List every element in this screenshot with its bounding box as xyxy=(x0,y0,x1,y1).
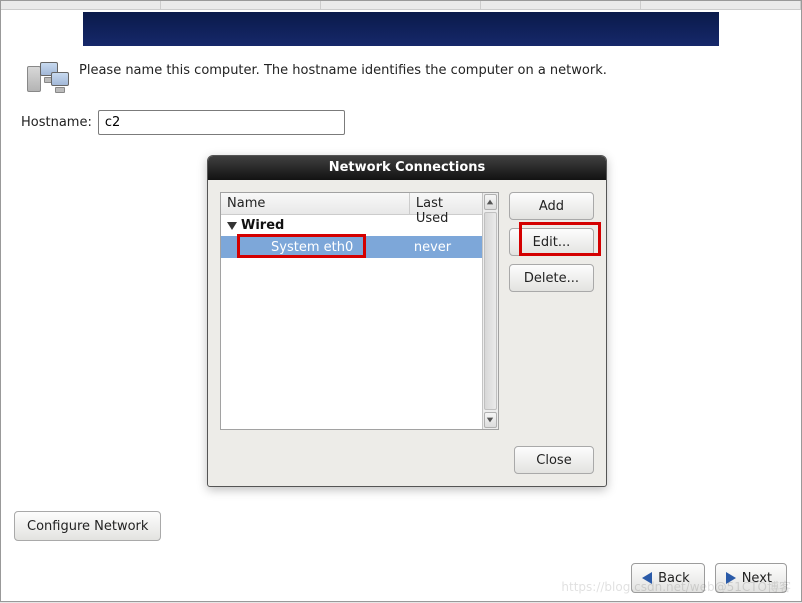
scroll-up-button[interactable] xyxy=(484,194,497,210)
list-header: Name Last Used xyxy=(221,193,482,215)
connection-last-used: never xyxy=(410,240,482,255)
intro-text: Please name this computer. The hostname … xyxy=(79,62,607,80)
connection-name: System eth0 xyxy=(221,240,410,255)
scroll-down-button[interactable] xyxy=(484,412,497,428)
list-scrollbar[interactable] xyxy=(482,193,498,429)
dialog-side-buttons: Add Edit... Delete... xyxy=(509,192,594,430)
group-label: Wired xyxy=(241,218,284,233)
connection-row-selected[interactable]: System eth0 never xyxy=(221,236,482,258)
group-wired[interactable]: Wired xyxy=(221,215,482,236)
hostname-input[interactable] xyxy=(98,110,345,135)
hostname-row: Hostname: xyxy=(21,110,801,135)
configure-network-button[interactable]: Configure Network xyxy=(14,511,161,541)
close-button[interactable]: Close xyxy=(514,446,594,474)
delete-button[interactable]: Delete... xyxy=(509,264,594,292)
column-name[interactable]: Name xyxy=(221,193,410,214)
next-button[interactable]: Next xyxy=(715,563,787,593)
column-last-used[interactable]: Last Used xyxy=(410,193,482,214)
computers-icon xyxy=(27,62,69,100)
next-label: Next xyxy=(742,571,772,586)
back-button[interactable]: Back xyxy=(631,563,705,593)
dialog-title: Network Connections xyxy=(208,156,606,180)
scroll-thumb[interactable] xyxy=(484,212,497,410)
banner xyxy=(83,12,719,46)
wizard-nav: Back Next xyxy=(631,563,787,593)
back-label: Back xyxy=(658,571,690,586)
arrow-right-icon xyxy=(726,572,736,584)
arrow-left-icon xyxy=(642,572,652,584)
top-tab-strip xyxy=(1,1,801,10)
expander-icon[interactable] xyxy=(227,222,237,230)
connections-list[interactable]: Name Last Used Wired System eth0 never xyxy=(220,192,499,430)
hostname-label: Hostname: xyxy=(21,115,92,130)
edit-button[interactable]: Edit... xyxy=(509,228,594,256)
add-button[interactable]: Add xyxy=(509,192,594,220)
network-connections-dialog: Network Connections Name Last Used Wired… xyxy=(207,155,607,487)
intro-section: Please name this computer. The hostname … xyxy=(27,62,801,100)
installer-window: Please name this computer. The hostname … xyxy=(0,0,802,602)
